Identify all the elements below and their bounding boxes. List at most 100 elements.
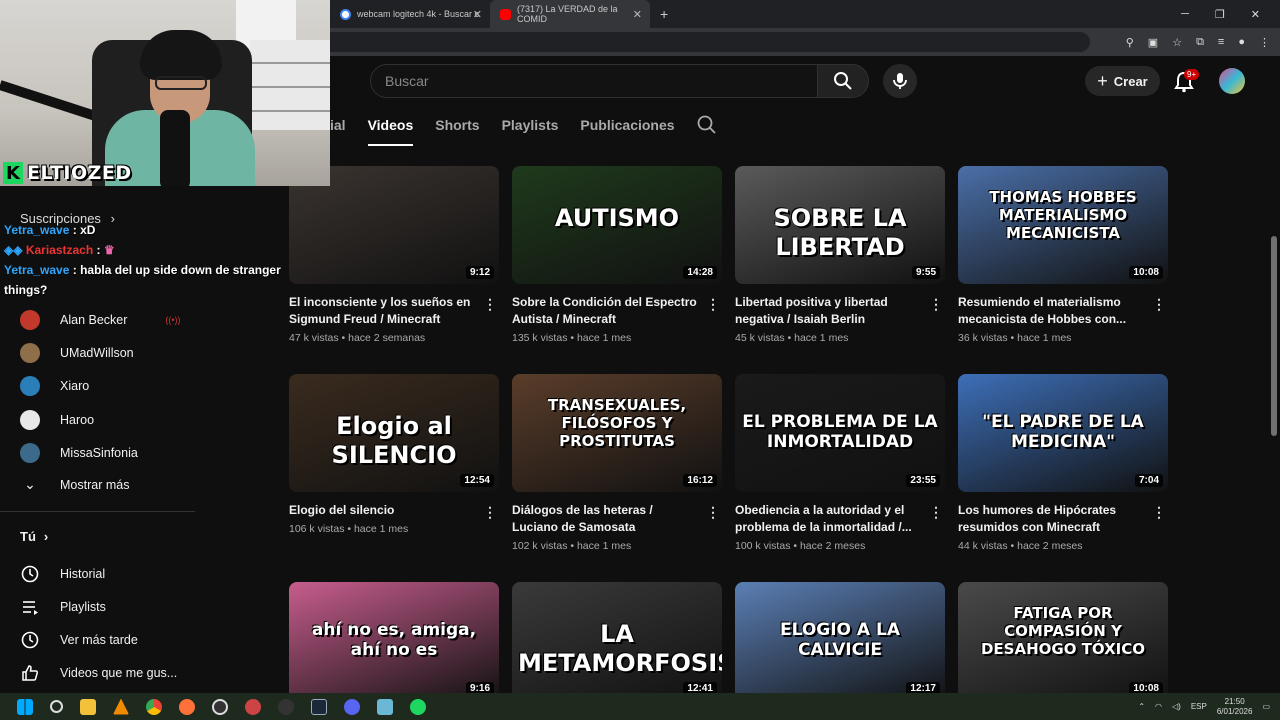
- steam-icon[interactable]: [311, 698, 327, 715]
- file-explorer-icon[interactable]: [80, 698, 96, 715]
- discord-icon[interactable]: [344, 698, 360, 715]
- address-bar[interactable]: [330, 32, 1090, 52]
- video-thumbnail[interactable]: "EL PADRE DE LA MEDICINA" 7:04: [958, 374, 1168, 492]
- you-heading[interactable]: Tú ›: [20, 529, 48, 544]
- notifications-icon[interactable]: ▭: [1262, 702, 1270, 711]
- page-scrollbar[interactable]: [1271, 236, 1277, 436]
- voice-search-button[interactable]: [883, 64, 917, 98]
- profile-icon[interactable]: ●: [1238, 36, 1245, 48]
- video-thumbnail[interactable]: AUTISMO 14:28: [512, 166, 722, 284]
- reading-list-icon[interactable]: ≡: [1218, 36, 1224, 48]
- video-thumbnail[interactable]: Elogio al SILENCIO 12:54: [289, 374, 499, 492]
- video-thumbnail[interactable]: TRANSEXUALES, FILÓSOFOS Y PROSTITUTAS 16:…: [512, 374, 722, 492]
- video-title[interactable]: Los humores de Hipócrates resumidos con …: [958, 502, 1148, 536]
- sidebar-item-missasinfonia[interactable]: MissaSinfonia: [20, 443, 138, 463]
- video-title[interactable]: Resumiendo el materialismo mecanicista d…: [958, 294, 1148, 328]
- video-card[interactable]: EL PROBLEMA DE LA INMORTALIDAD 23:55 Obedi…: [735, 374, 945, 552]
- video-card[interactable]: 9:12 El inconsciente y los sueños en Sigm…: [289, 166, 499, 344]
- close-window-icon[interactable]: ✕: [1251, 8, 1260, 21]
- spotify-icon[interactable]: [410, 698, 426, 715]
- sidebar-item-playlists[interactable]: Playlists: [20, 597, 106, 617]
- video-thumbnail[interactable]: ahí no es, amiga, ahí no es 9:16: [289, 582, 499, 700]
- restore-icon[interactable]: ❐: [1215, 8, 1225, 21]
- tab-playlists[interactable]: Playlists: [502, 112, 559, 146]
- video-card[interactable]: FATIGA POR COMPASIÓN Y DESAHOGO TÓXICO 10…: [958, 582, 1168, 700]
- more-options-icon[interactable]: ⋮: [706, 296, 720, 313]
- sidebar-item-history[interactable]: Historial: [20, 564, 105, 584]
- clock[interactable]: 21:50 6/01/2026: [1217, 697, 1253, 717]
- browser-tab-youtube[interactable]: (7317) La VERDAD de la COMID ✕: [490, 0, 650, 28]
- sidebar-item-xiaro[interactable]: Xiaro: [20, 376, 89, 396]
- history-icon: [21, 565, 39, 583]
- tab-videos[interactable]: Videos: [367, 112, 414, 146]
- close-icon[interactable]: ✕: [633, 8, 642, 21]
- video-thumbnail[interactable]: ELOGIO A LA CALVICIE 12:17: [735, 582, 945, 700]
- video-card[interactable]: THOMAS HOBBES MATERIALISMO MECANICISTA 10…: [958, 166, 1168, 344]
- video-thumbnail[interactable]: FATIGA POR COMPASIÓN Y DESAHOGO TÓXICO 10…: [958, 582, 1168, 700]
- video-title[interactable]: Elogio del silencio: [289, 502, 479, 519]
- sidebar-item-haroo[interactable]: Haroo: [20, 410, 94, 430]
- obs-icon[interactable]: [212, 698, 228, 715]
- tab-shorts[interactable]: Shorts: [435, 112, 479, 146]
- browser-tab-search[interactable]: webcam logitech 4k - Buscar c ✕: [330, 0, 490, 28]
- more-options-icon[interactable]: ⋮: [483, 504, 497, 521]
- app-icon[interactable]: [377, 698, 393, 715]
- tab-posts[interactable]: Publicaciones: [580, 112, 674, 146]
- video-card[interactable]: ahí no es, amiga, ahí no es 9:16: [289, 582, 499, 700]
- video-thumbnail[interactable]: LA METAMORFOSIS 12:41: [512, 582, 722, 700]
- star-icon[interactable]: ☆: [1172, 36, 1182, 49]
- sidebar-item-watch-later[interactable]: Ver más tarde: [20, 630, 138, 650]
- more-options-icon[interactable]: ⋮: [929, 504, 943, 521]
- video-title[interactable]: Obediencia a la autoridad y el problema …: [735, 502, 925, 536]
- sidebar-item-umadwillson[interactable]: UMadWillson: [20, 343, 134, 363]
- search-button[interactable]: [817, 64, 869, 98]
- cast-icon[interactable]: ▣: [1148, 36, 1158, 49]
- video-duration: 10:08: [1129, 266, 1163, 279]
- search-icon[interactable]: [50, 700, 63, 713]
- new-tab-button[interactable]: +: [660, 6, 668, 22]
- more-options-icon[interactable]: ⋮: [483, 296, 497, 313]
- channel-search-button[interactable]: [697, 112, 717, 138]
- language-indicator[interactable]: ESP: [1191, 702, 1207, 711]
- chrome-icon[interactable]: [146, 698, 162, 715]
- tab-home[interactable]: ial: [330, 112, 346, 146]
- more-options-icon[interactable]: ⋮: [1152, 504, 1166, 521]
- create-button[interactable]: + Crear: [1085, 66, 1160, 96]
- video-card[interactable]: "EL PADRE DE LA MEDICINA" 7:04 Los humores…: [958, 374, 1168, 552]
- windows-start-icon[interactable]: [17, 698, 33, 715]
- close-icon[interactable]: ✕: [473, 8, 482, 21]
- chevron-up-icon[interactable]: ⌃: [1138, 702, 1145, 711]
- more-options-icon[interactable]: ⋮: [929, 296, 943, 313]
- sidebar-item-alan-becker[interactable]: Alan Becker ((•)): [20, 310, 181, 330]
- sidebar-item-liked[interactable]: Videos que me gus...: [20, 663, 177, 683]
- search-input[interactable]: Buscar: [370, 64, 818, 98]
- video-card[interactable]: TRANSEXUALES, FILÓSOFOS Y PROSTITUTAS 16:…: [512, 374, 722, 552]
- zoom-icon[interactable]: ⚲: [1126, 36, 1134, 49]
- video-thumbnail[interactable]: SOBRE LA LIBERTAD 9:55: [735, 166, 945, 284]
- extensions-icon[interactable]: ⧉: [1196, 36, 1204, 49]
- video-title[interactable]: Diálogos de las heteras / Luciano de Sam…: [512, 502, 702, 536]
- volume-icon[interactable]: ◁): [1172, 702, 1181, 711]
- firefox-icon[interactable]: [179, 698, 195, 715]
- menu-icon[interactable]: ⋮: [1259, 36, 1270, 49]
- video-title[interactable]: Libertad positiva y libertad negativa / …: [735, 294, 925, 328]
- video-card[interactable]: Elogio al SILENCIO 12:54 Elogio del silenc…: [289, 374, 499, 535]
- video-title[interactable]: Sobre la Condición del Espectro Autista …: [512, 294, 702, 328]
- vlc-icon[interactable]: [113, 698, 129, 715]
- video-card[interactable]: AUTISMO 14:28 Sobre la Condición del Espec…: [512, 166, 722, 344]
- minimize-icon[interactable]: ─: [1181, 8, 1189, 21]
- video-thumbnail[interactable]: THOMAS HOBBES MATERIALISMO MECANICISTA 10…: [958, 166, 1168, 284]
- video-title[interactable]: El inconsciente y los sueños en Sigmund …: [289, 294, 479, 328]
- app-icon[interactable]: [245, 698, 261, 715]
- more-options-icon[interactable]: ⋮: [1152, 296, 1166, 313]
- app-icon[interactable]: [278, 698, 294, 715]
- wifi-icon[interactable]: ◠: [1155, 702, 1162, 711]
- more-options-icon[interactable]: ⋮: [706, 504, 720, 521]
- account-avatar[interactable]: [1219, 68, 1245, 94]
- video-card[interactable]: SOBRE LA LIBERTAD 9:55 Libertad positiva y…: [735, 166, 945, 344]
- webcam-overlay: K ELTIOZED: [0, 0, 330, 186]
- video-card[interactable]: ELOGIO A LA CALVICIE 12:17: [735, 582, 945, 700]
- video-card[interactable]: LA METAMORFOSIS 12:41: [512, 582, 722, 700]
- show-more-button[interactable]: ⌄ Mostrar más: [20, 476, 129, 493]
- video-thumbnail[interactable]: EL PROBLEMA DE LA INMORTALIDAD 23:55: [735, 374, 945, 492]
